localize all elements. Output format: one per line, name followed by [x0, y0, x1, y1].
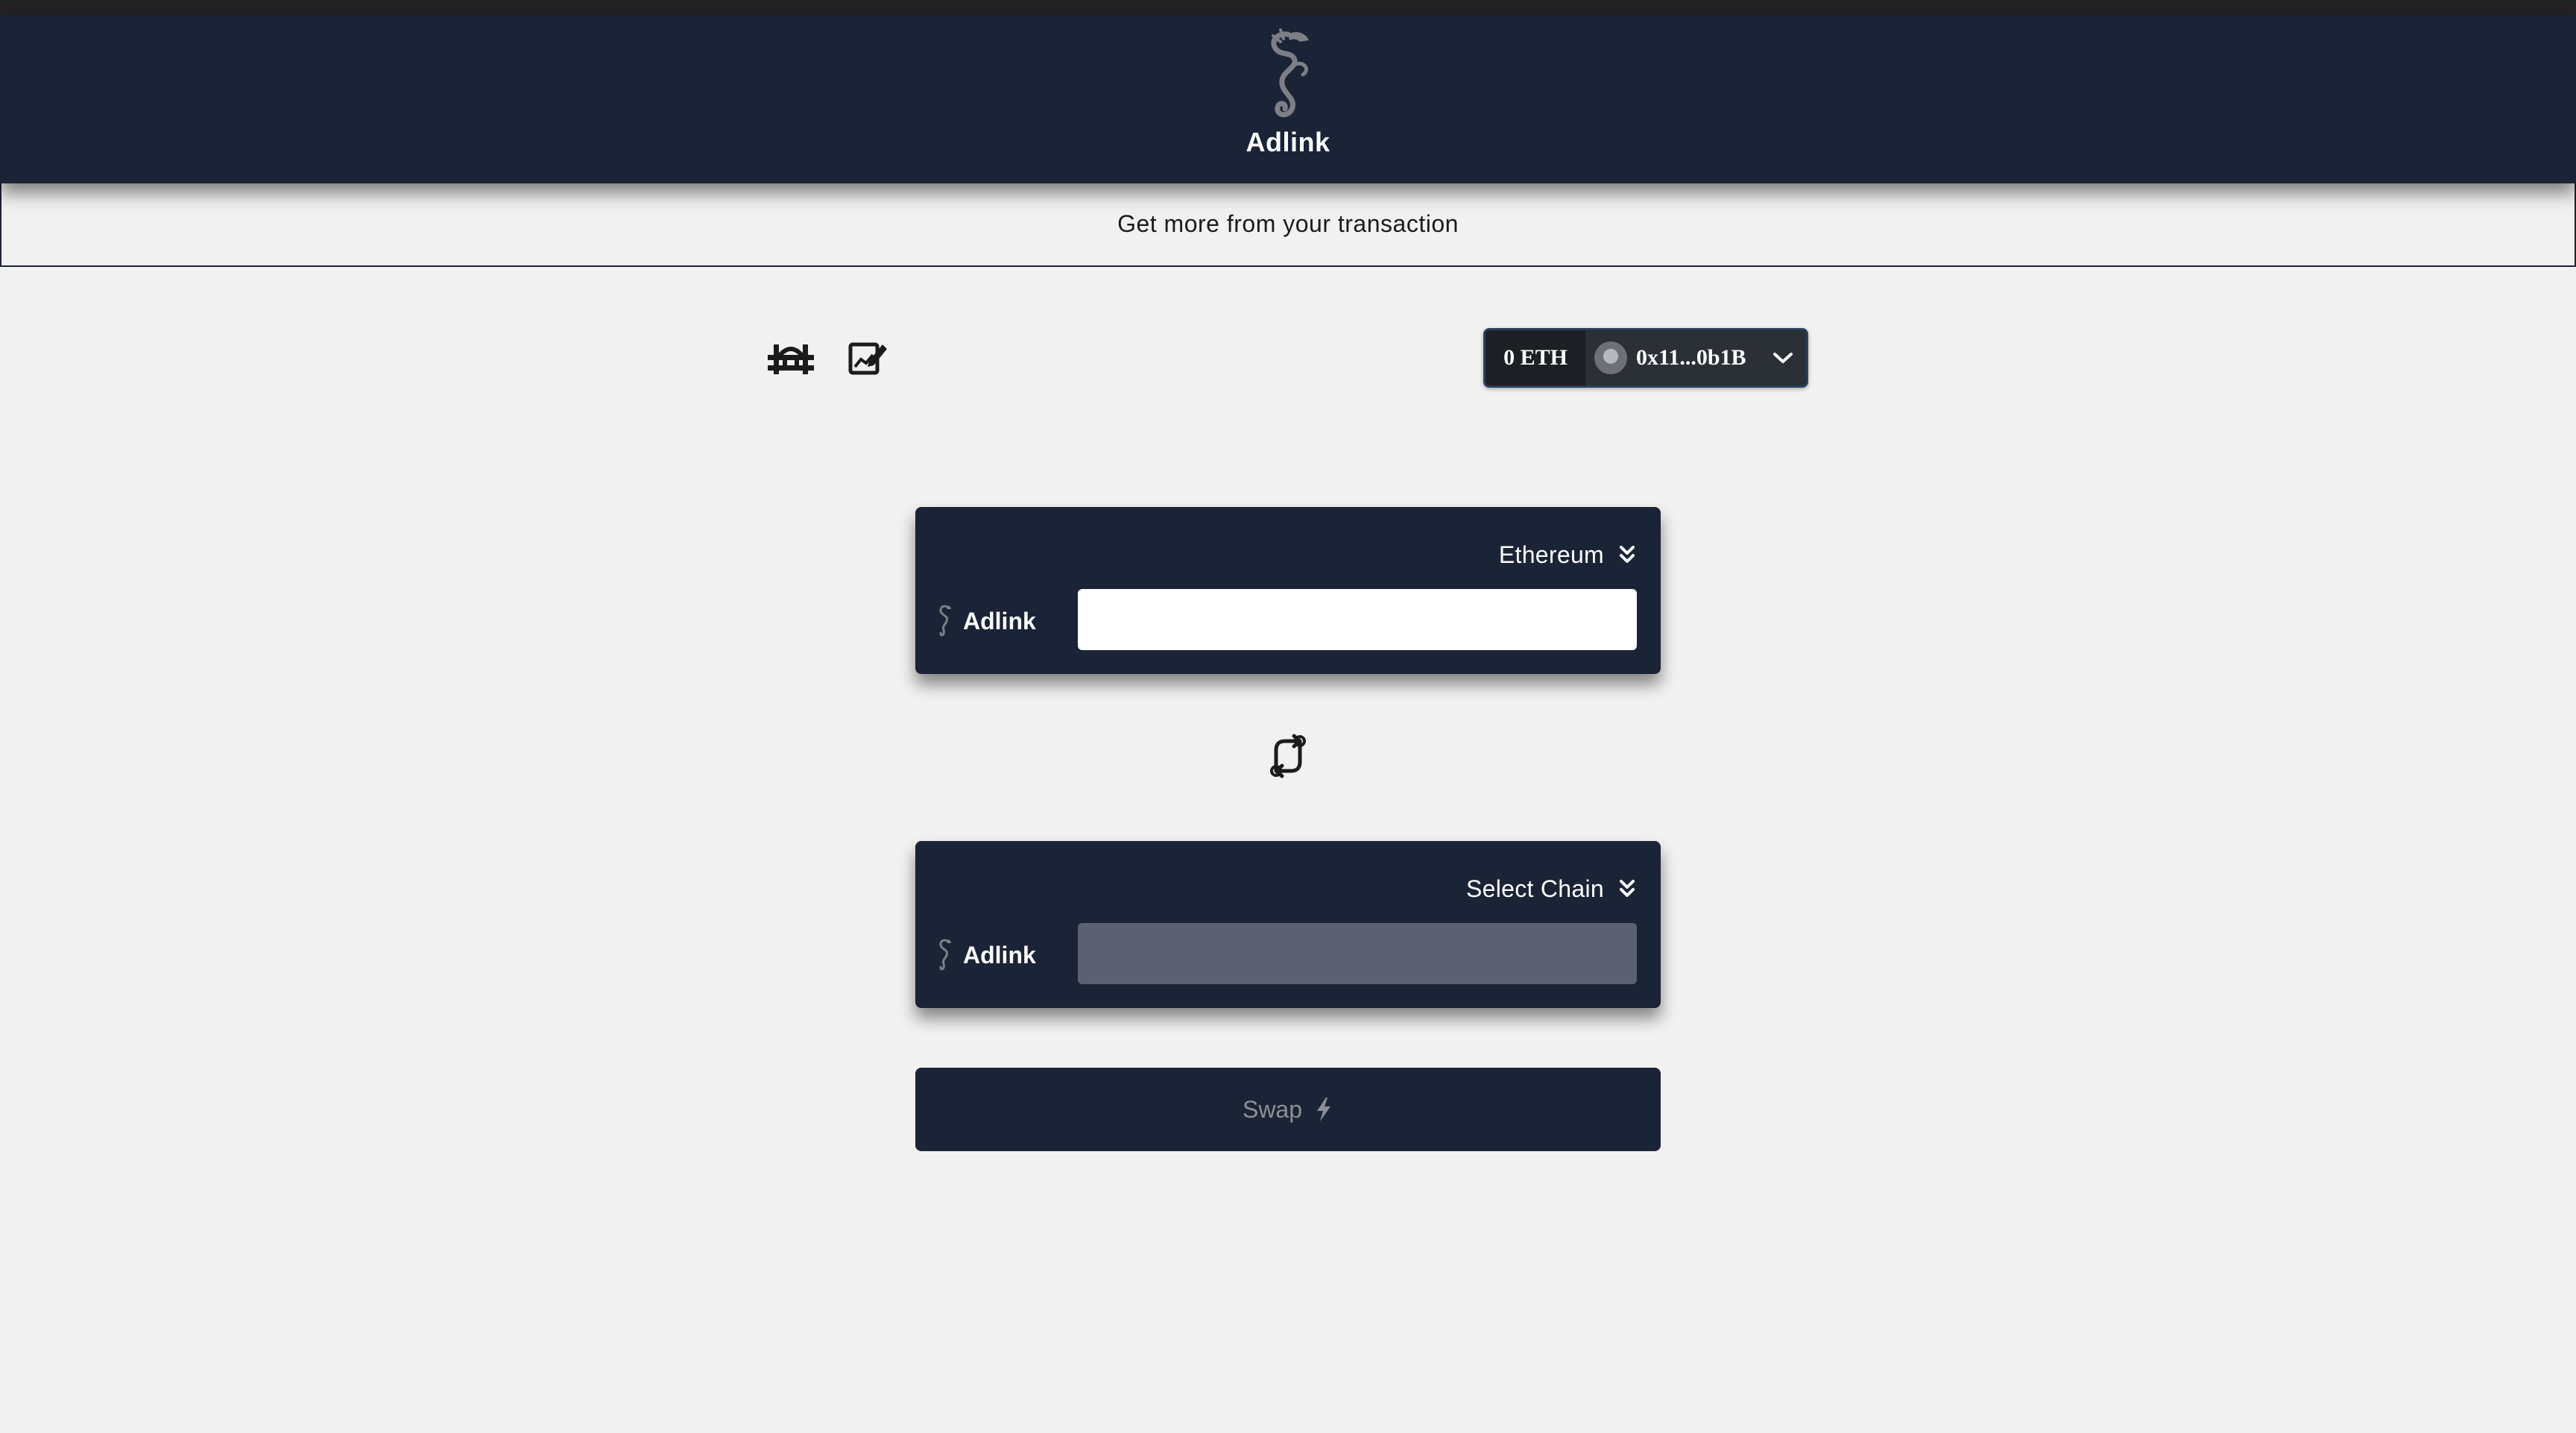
bridge-icon[interactable]	[768, 340, 814, 374]
destination-chain-label: Select Chain	[1465, 875, 1604, 902]
account-button[interactable]: 0x11...0b1B	[1585, 330, 1806, 385]
swap-button-label: Swap	[1242, 1095, 1303, 1123]
double-chevron-down-icon	[1620, 546, 1635, 563]
source-chain-label: Ethereum	[1498, 541, 1604, 568]
seahorse-icon	[939, 605, 951, 637]
tagline-text: Get more from your transaction	[1117, 210, 1459, 237]
chevron-down-icon	[1773, 353, 1793, 363]
double-chevron-down-icon	[1620, 880, 1635, 897]
seahorse-icon	[1271, 28, 1309, 118]
source-card: Ethereum Adlink	[915, 507, 1661, 674]
source-chain-select[interactable]: Ethereum	[1499, 540, 1635, 570]
source-token: Adlink	[936, 601, 1036, 641]
edit-chart-icon[interactable]	[848, 340, 887, 376]
destination-chain-select[interactable]: Select Chain	[1466, 874, 1635, 904]
browser-top-strip	[0, 0, 2576, 15]
swap-button[interactable]: Swap	[915, 1068, 1661, 1151]
account-address: 0x11...0b1B	[1636, 345, 1746, 370]
eth-balance: 0 ETH	[1503, 345, 1568, 370]
source-token-label: Adlink	[963, 607, 1036, 634]
seahorse-icon	[939, 939, 951, 971]
tagline-banner: Get more from your transaction	[0, 183, 2576, 267]
account-avatar	[1594, 341, 1627, 374]
lightning-icon	[1317, 1097, 1331, 1121]
destination-token-label: Adlink	[963, 941, 1036, 969]
switch-direction-icon[interactable]	[1264, 732, 1312, 780]
source-amount-input[interactable]	[1078, 589, 1637, 650]
destination-amount-input	[1078, 923, 1637, 984]
destination-token: Adlink	[936, 935, 1036, 975]
wallet-widget: 0 ETH 0x11...0b1B	[1483, 328, 1808, 388]
app-title: Adlink	[1246, 127, 1330, 157]
destination-card: Select Chain Adlink	[915, 841, 1661, 1008]
app-header: Adlink	[0, 15, 2576, 183]
